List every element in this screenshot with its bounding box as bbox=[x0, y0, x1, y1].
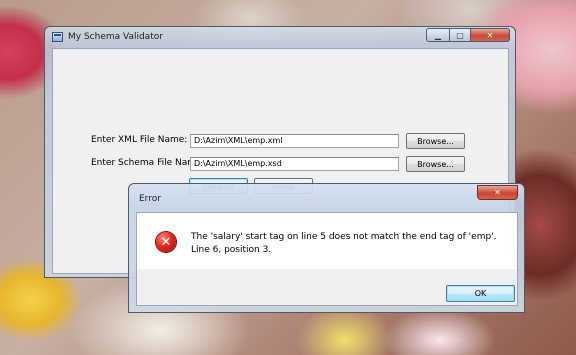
title-bar[interactable]: My Schema Validator ▁ ▢ ✕ bbox=[45, 27, 515, 47]
xml-file-label: Enter XML File Name: bbox=[91, 135, 188, 145]
caption-buttons: ▁ ▢ ✕ bbox=[426, 28, 510, 42]
ok-button[interactable]: OK bbox=[446, 285, 515, 302]
browse-schema-button[interactable]: Browse... bbox=[406, 156, 465, 172]
browse-xml-button[interactable]: Browse... bbox=[406, 133, 465, 149]
close-icon: ✕ bbox=[494, 188, 501, 197]
maximize-icon: ▢ bbox=[456, 30, 464, 40]
error-x-glyph: ✕ bbox=[160, 234, 172, 250]
minimize-button[interactable]: ▁ bbox=[426, 28, 450, 42]
close-button[interactable]: ✕ bbox=[470, 28, 510, 42]
schema-file-label: Enter Schema File Name: bbox=[91, 158, 205, 168]
schema-file-input[interactable]: D:\Azim\XML\emp.xsd bbox=[190, 157, 399, 171]
dialog-client: ✕ The 'salary' start tag on line 5 does … bbox=[136, 212, 518, 306]
error-icon: ✕ bbox=[156, 232, 176, 252]
minimize-icon: ▁ bbox=[434, 30, 442, 40]
close-icon: ✕ bbox=[486, 30, 494, 40]
error-message: The 'salary' start tag on line 5 does no… bbox=[191, 232, 497, 255]
error-dialog: Error ✕ ✕ The 'salary' start tag on line… bbox=[128, 183, 525, 313]
dialog-message-area: ✕ The 'salary' start tag on line 5 does … bbox=[137, 213, 517, 269]
window-title: My Schema Validator bbox=[68, 32, 163, 42]
app-window-icon[interactable] bbox=[52, 32, 63, 42]
dialog-close-button[interactable]: ✕ bbox=[477, 185, 518, 200]
maximize-button[interactable]: ▢ bbox=[449, 28, 471, 42]
dialog-title: Error bbox=[139, 194, 161, 204]
xml-file-input[interactable]: D:\Azim\XML\emp.xml bbox=[190, 134, 399, 148]
